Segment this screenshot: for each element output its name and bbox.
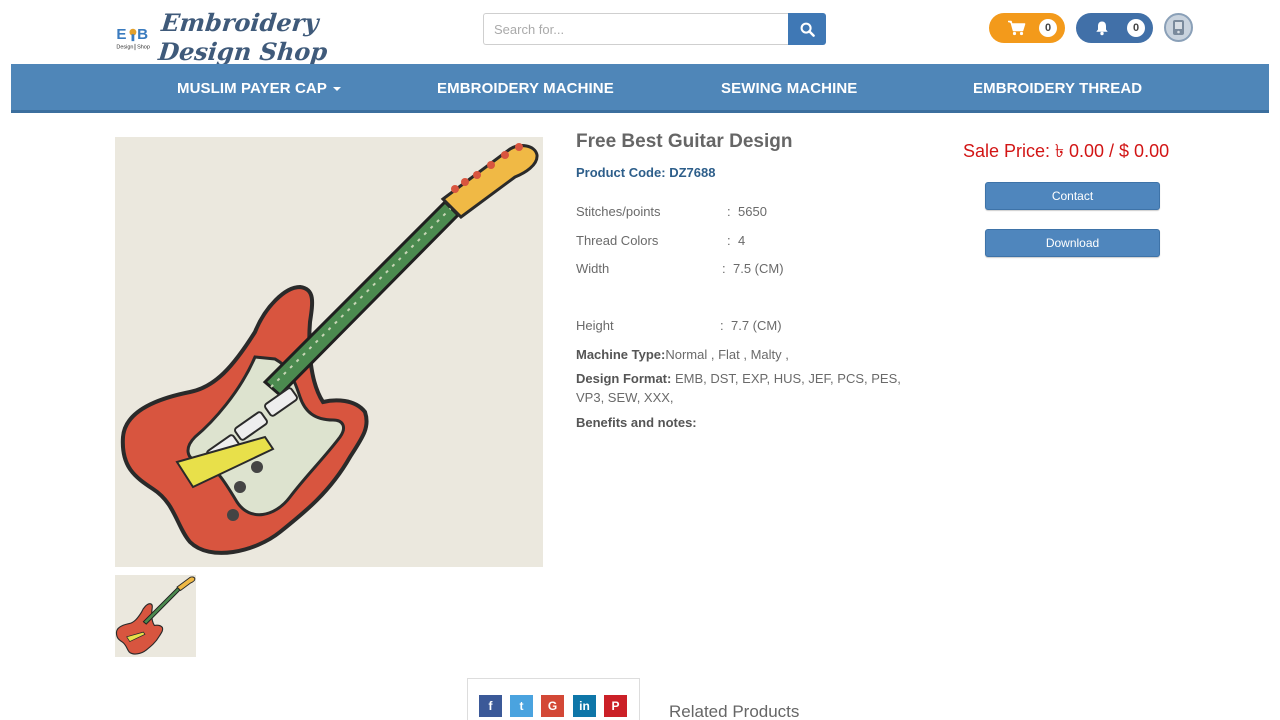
spec-value: 7.7 (CM) bbox=[731, 318, 782, 333]
facebook-share-button[interactable]: f bbox=[479, 695, 502, 717]
design-format-label: Design Format: bbox=[576, 371, 672, 386]
google-share-button[interactable]: G bbox=[541, 695, 564, 717]
spec-value: 4 bbox=[738, 233, 746, 248]
share-box: f t G in P bbox=[467, 678, 640, 720]
pinterest-share-button[interactable]: P bbox=[604, 695, 627, 717]
logo-text: Embroidery Design Shop bbox=[156, 8, 329, 66]
nav-item-label: EMBROIDERY THREAD bbox=[973, 80, 1143, 97]
product-code: Product Code: DZ7688 bbox=[576, 165, 715, 180]
spec-value: 7.5 (CM) bbox=[733, 261, 784, 276]
product-thumbnail[interactable] bbox=[115, 575, 196, 657]
product-main-image[interactable] bbox=[115, 137, 543, 567]
spec-label: Width bbox=[576, 261, 610, 276]
linkedin-icon: in bbox=[579, 699, 590, 713]
spec-colon: : bbox=[727, 204, 731, 219]
emb-logo-icon: E B Design Shop bbox=[116, 26, 150, 51]
benefits-notes-label: Benefits and notes: bbox=[576, 415, 697, 430]
header: E B Design Shop Embroidery Design Shop S… bbox=[0, 0, 1280, 66]
search-icon bbox=[800, 22, 815, 37]
machine-type: Machine Type:Normal , Flat , Malty , bbox=[576, 345, 906, 364]
svg-text:Shop: Shop bbox=[137, 45, 150, 51]
design-format: Design Format: EMB, DST, EXP, HUS, JEF, … bbox=[576, 369, 906, 407]
google-icon: G bbox=[547, 699, 558, 713]
notification-count-badge: 0 bbox=[1127, 19, 1145, 37]
related-products-heading: Related Products bbox=[669, 702, 800, 720]
spec-value: 5650 bbox=[738, 204, 767, 219]
nav-item-label: EMBROIDERY MACHINE bbox=[437, 80, 614, 97]
guitar-thumbnail-image bbox=[115, 576, 196, 655]
twitter-share-button[interactable]: t bbox=[510, 695, 533, 717]
nav-item-embroidery-machine[interactable]: EMBROIDERY MACHINE bbox=[437, 64, 614, 113]
svg-text:E: E bbox=[116, 26, 126, 43]
spec-label: Height bbox=[576, 318, 614, 333]
benefits-notes: Benefits and notes: bbox=[576, 413, 906, 432]
machine-type-label: Machine Type: bbox=[576, 347, 666, 362]
product-title: Free Best Guitar Design bbox=[576, 131, 793, 152]
twitter-icon: t bbox=[519, 699, 524, 713]
cart-count-badge: 0 bbox=[1039, 19, 1057, 37]
nav-item-muslim-payer-cap[interactable]: MUSLIM PAYER CAP bbox=[177, 64, 341, 113]
product-code-value: DZ7688 bbox=[669, 165, 716, 180]
site-logo[interactable]: E B Design Shop Embroidery Design Shop bbox=[115, 8, 390, 66]
svg-text:B: B bbox=[137, 26, 148, 43]
spec-label: Thread Colors bbox=[576, 233, 659, 248]
contact-button[interactable]: Contact bbox=[985, 182, 1160, 210]
spec-colon: : bbox=[727, 233, 731, 248]
linkedin-share-button[interactable]: in bbox=[573, 695, 596, 717]
nav-item-label: MUSLIM PAYER CAP bbox=[177, 80, 327, 97]
pinterest-icon: P bbox=[611, 699, 620, 713]
notifications-button[interactable]: 0 bbox=[1076, 13, 1153, 43]
sale-price: Sale Price: ৳ 0.00 / $ 0.00 bbox=[963, 141, 1170, 161]
spec-colon: : bbox=[722, 261, 726, 276]
page: E B Design Shop Embroidery Design Shop S… bbox=[0, 0, 1280, 720]
nav-item-embroidery-thread[interactable]: EMBROIDERY THREAD bbox=[973, 64, 1142, 113]
machine-type-value: Normal , Flat , Malty , bbox=[665, 347, 789, 362]
user-avatar[interactable] bbox=[1164, 13, 1193, 42]
search-input[interactable] bbox=[483, 13, 788, 45]
user-icon bbox=[1173, 20, 1184, 35]
bell-icon bbox=[1096, 21, 1108, 36]
spec-label: Stitches/points bbox=[576, 204, 661, 219]
guitar-embroidery-image bbox=[120, 143, 539, 555]
main-nav: MUSLIM PAYER CAP EMBROIDERY MACHINE SEWI… bbox=[11, 64, 1269, 113]
nav-item-label: SEWING MACHINE bbox=[721, 80, 858, 97]
search-button[interactable] bbox=[788, 13, 826, 45]
cart-button[interactable]: 0 bbox=[989, 13, 1065, 43]
facebook-icon: f bbox=[488, 699, 493, 713]
shopping-cart-icon bbox=[1008, 20, 1026, 36]
product-code-label: Product Code: bbox=[576, 165, 666, 180]
svg-text:Design: Design bbox=[116, 45, 133, 51]
caret-down-icon bbox=[332, 87, 341, 92]
search-bar bbox=[483, 13, 826, 45]
download-button[interactable]: Download bbox=[985, 229, 1160, 257]
nav-item-sewing-machine[interactable]: SEWING MACHINE bbox=[721, 64, 857, 113]
spec-colon: : bbox=[720, 318, 724, 333]
